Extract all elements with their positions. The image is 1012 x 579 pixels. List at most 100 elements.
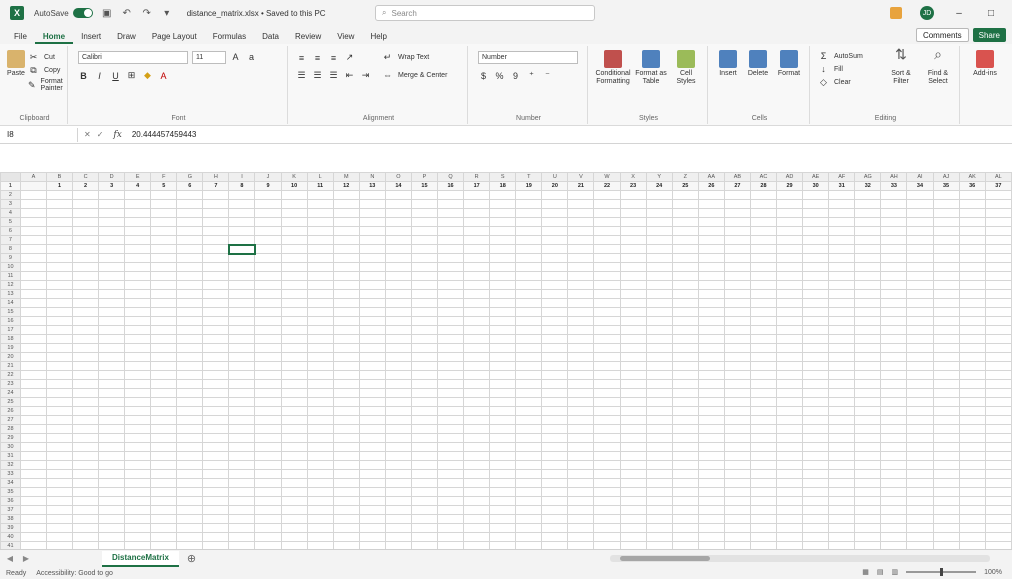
cell[interactable] <box>306 496 334 506</box>
cell[interactable] <box>150 226 178 236</box>
row-header[interactable]: 29 <box>0 433 21 443</box>
cell[interactable] <box>723 433 751 443</box>
cell[interactable] <box>776 442 804 452</box>
cell[interactable] <box>645 190 673 200</box>
cell[interactable] <box>176 433 204 443</box>
cell[interactable] <box>697 190 725 200</box>
cell[interactable] <box>202 415 230 425</box>
cell[interactable] <box>254 316 282 326</box>
cell[interactable] <box>280 208 308 218</box>
cell[interactable] <box>567 307 595 317</box>
cell[interactable] <box>437 388 465 398</box>
cell[interactable] <box>984 460 1012 470</box>
cell[interactable] <box>802 406 830 416</box>
column-header[interactable]: L <box>306 172 334 182</box>
cell[interactable] <box>749 208 778 218</box>
cell[interactable] <box>384 226 412 236</box>
cell[interactable] <box>802 469 830 479</box>
cell[interactable] <box>749 316 778 326</box>
cell[interactable] <box>306 379 334 389</box>
cell[interactable] <box>124 478 152 488</box>
cell[interactable] <box>358 208 386 218</box>
cell[interactable] <box>984 217 1012 227</box>
cell[interactable] <box>645 244 673 254</box>
cell[interactable] <box>671 208 699 218</box>
cell[interactable] <box>906 442 934 452</box>
cell[interactable] <box>254 496 282 506</box>
cell[interactable] <box>619 307 647 317</box>
cell[interactable] <box>254 244 282 254</box>
cell[interactable] <box>958 289 986 299</box>
cell[interactable] <box>984 370 1012 380</box>
cell[interactable] <box>567 523 595 533</box>
cell[interactable] <box>880 388 908 398</box>
sheet-tab-distancematrix[interactable]: DistanceMatrix <box>102 550 179 567</box>
cell[interactable] <box>19 289 47 299</box>
cell[interactable] <box>254 505 282 515</box>
cell[interactable] <box>489 271 517 281</box>
cell[interactable] <box>958 460 986 470</box>
cell[interactable] <box>228 505 256 515</box>
cell[interactable] <box>228 370 256 380</box>
cell[interactable] <box>306 325 334 335</box>
cell[interactable] <box>541 298 569 308</box>
row-header[interactable]: 41 <box>0 541 21 549</box>
cell[interactable] <box>176 388 204 398</box>
cell[interactable] <box>228 424 256 434</box>
cell[interactable] <box>98 271 126 281</box>
cell[interactable] <box>202 460 230 470</box>
cell[interactable] <box>150 307 178 317</box>
cell[interactable] <box>72 298 100 308</box>
cell[interactable] <box>489 388 517 398</box>
cell[interactable] <box>489 397 517 407</box>
cell[interactable] <box>567 298 595 308</box>
cell[interactable] <box>463 289 491 299</box>
cell[interactable] <box>932 523 960 533</box>
column-header[interactable]: G <box>176 172 204 182</box>
cell[interactable] <box>176 478 204 488</box>
share-button[interactable]: Share <box>972 28 1006 42</box>
cell[interactable] <box>72 226 100 236</box>
cell[interactable] <box>358 388 386 398</box>
cell[interactable] <box>984 289 1012 299</box>
redo-icon[interactable]: ↷ <box>141 7 153 19</box>
row-header[interactable]: 30 <box>0 442 21 452</box>
cell[interactable] <box>98 442 126 452</box>
column-header[interactable]: K <box>280 172 308 182</box>
cell[interactable] <box>984 298 1012 308</box>
cell[interactable] <box>593 235 621 245</box>
cell[interactable] <box>463 325 491 335</box>
row-header[interactable]: 11 <box>0 271 21 281</box>
cell[interactable] <box>645 235 673 245</box>
cell[interactable] <box>98 208 126 218</box>
cell[interactable] <box>254 397 282 407</box>
cell[interactable] <box>723 514 751 524</box>
cell[interactable] <box>515 460 543 470</box>
cell[interactable] <box>567 325 595 335</box>
cell[interactable] <box>176 253 204 263</box>
cell[interactable] <box>72 460 100 470</box>
cell[interactable] <box>567 514 595 524</box>
cell[interactable] <box>593 208 621 218</box>
cell[interactable] <box>854 199 882 209</box>
cell[interactable] <box>828 379 856 389</box>
cell[interactable] <box>541 460 569 470</box>
cell[interactable] <box>124 379 152 389</box>
cell[interactable] <box>437 316 465 326</box>
cell[interactable] <box>958 217 986 227</box>
cell[interactable] <box>515 505 543 515</box>
cell[interactable] <box>176 235 204 245</box>
cell[interactable] <box>749 307 778 317</box>
cell[interactable] <box>410 262 439 272</box>
cell[interactable] <box>489 433 517 443</box>
cell[interactable] <box>384 523 412 533</box>
cell[interactable] <box>98 469 126 479</box>
row-header[interactable]: 22 <box>0 370 21 380</box>
cell[interactable] <box>202 235 230 245</box>
cell[interactable] <box>958 541 986 549</box>
cell[interactable] <box>202 316 230 326</box>
cell[interactable] <box>332 451 360 461</box>
cell[interactable] <box>358 460 386 470</box>
cell[interactable]: 37 <box>984 181 1012 191</box>
cell[interactable] <box>358 289 386 299</box>
